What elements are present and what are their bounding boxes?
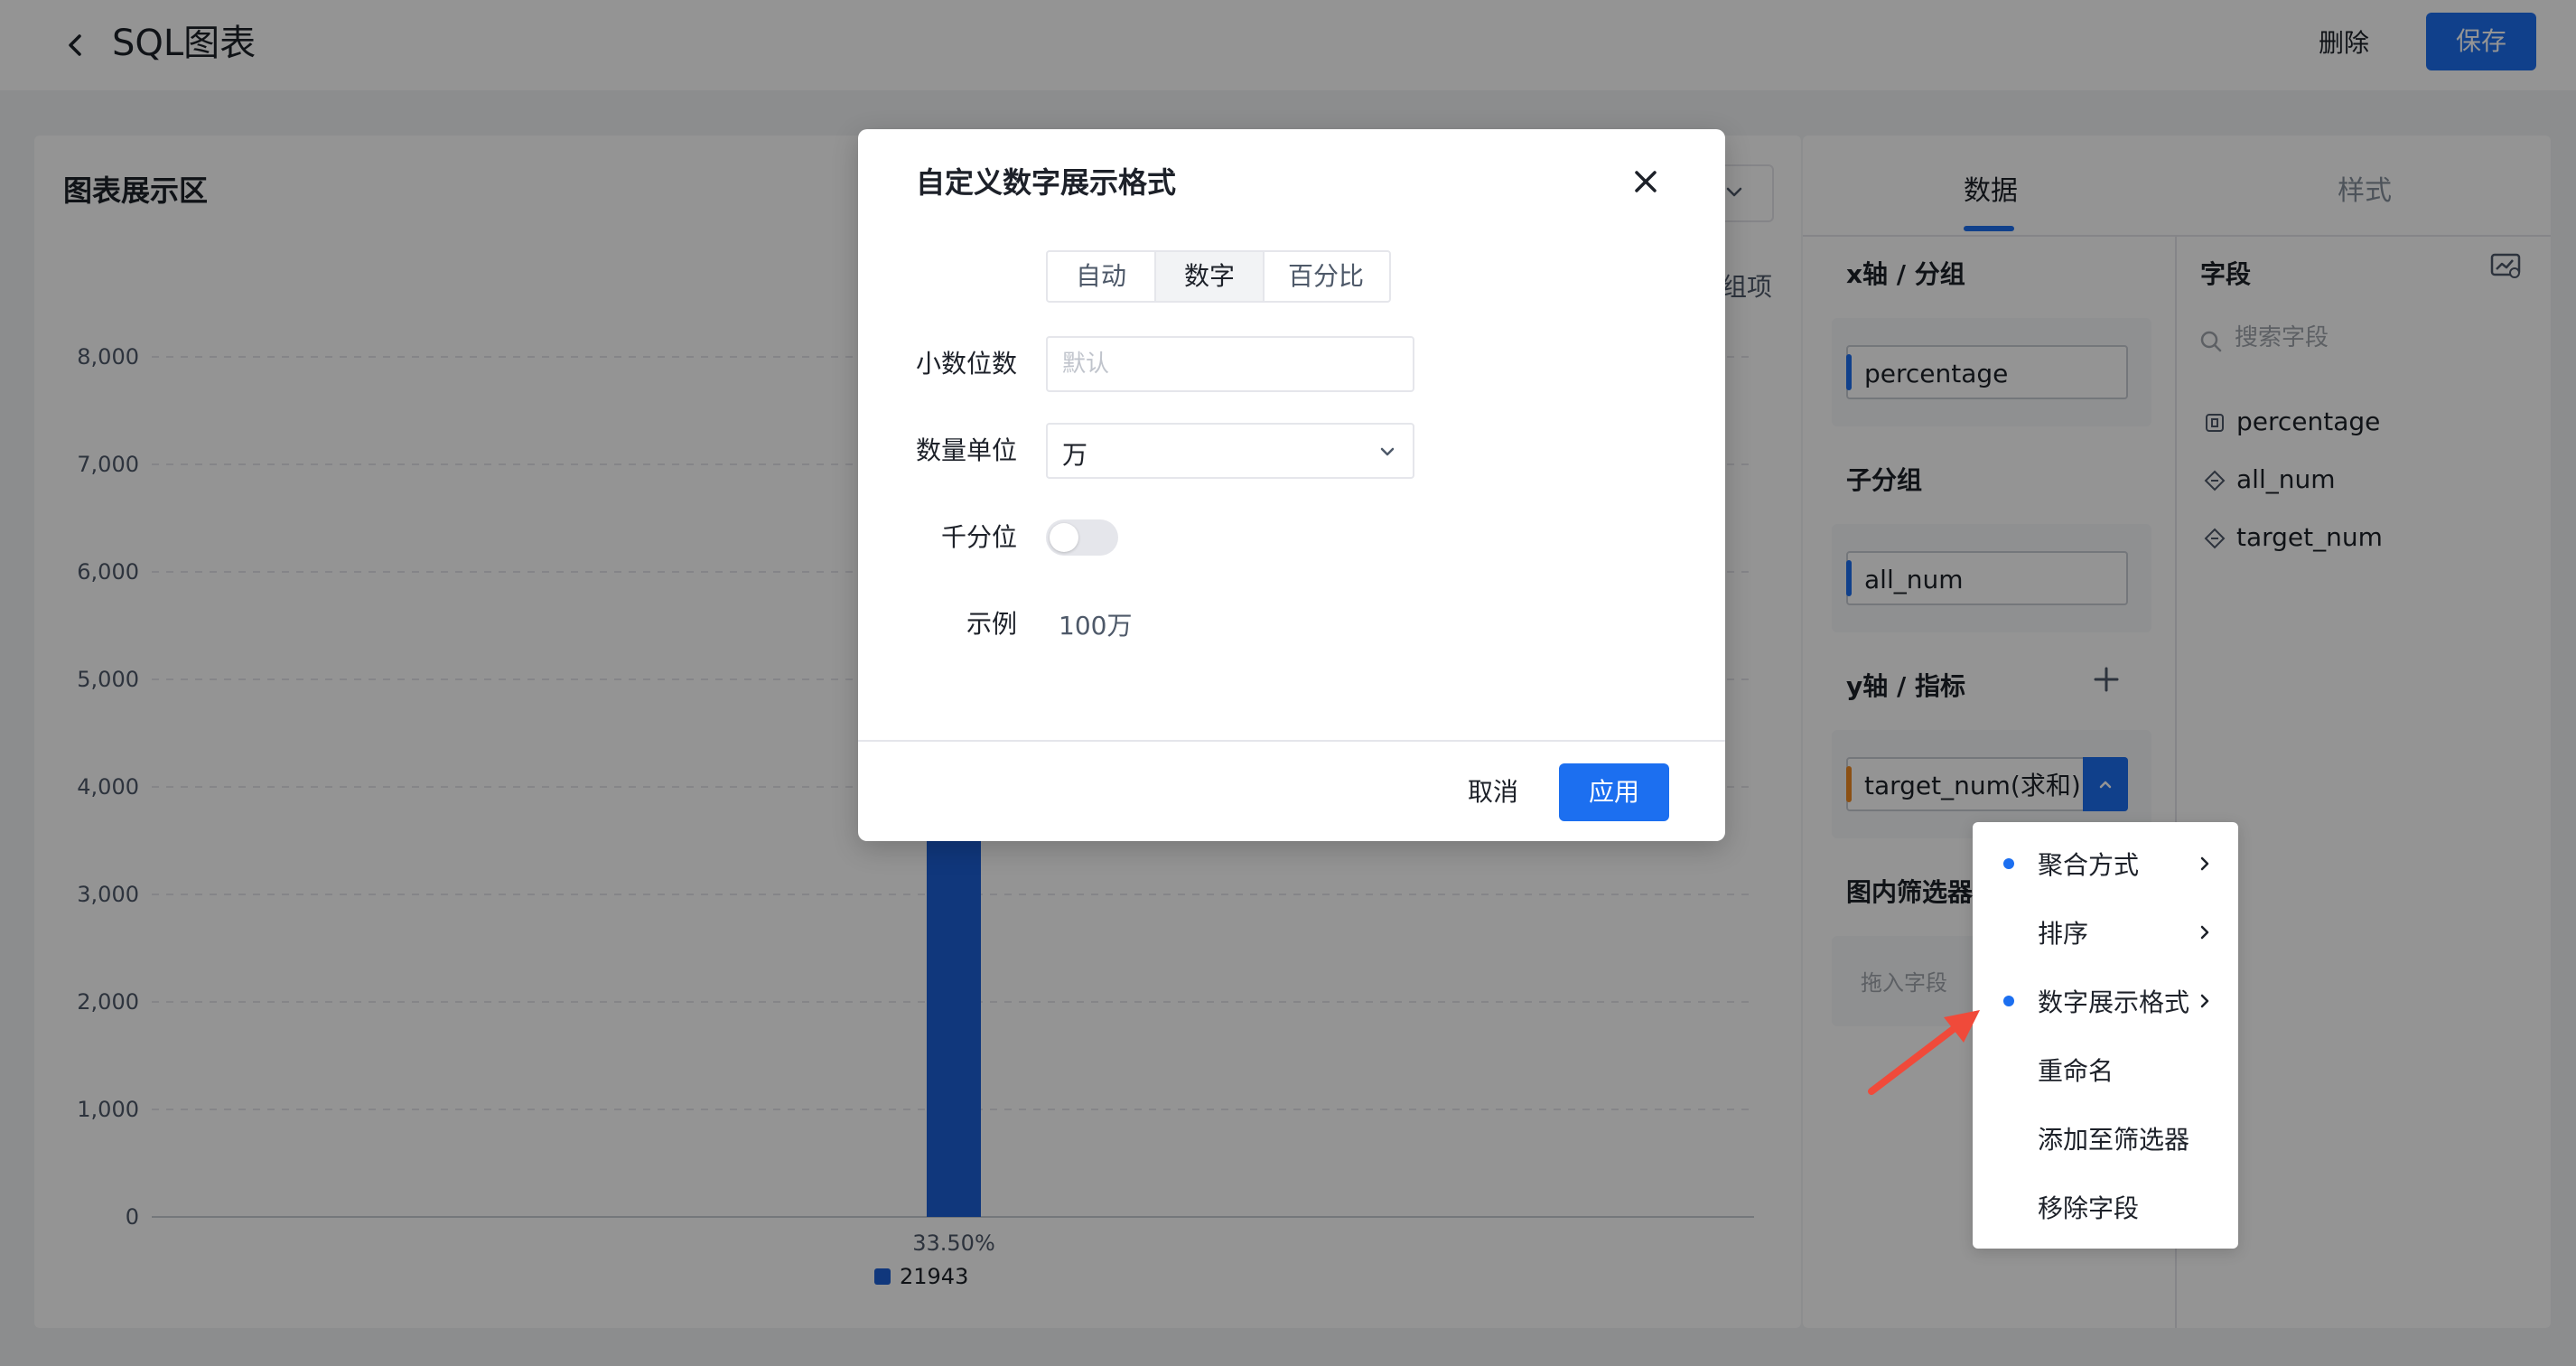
menu-item-rename[interactable]: 重命名 xyxy=(1973,1035,2238,1104)
format-tab-auto[interactable]: 自动 xyxy=(1048,252,1154,301)
dialog-footer-divider xyxy=(858,740,1725,742)
example-value: 100万 xyxy=(1059,611,1133,641)
close-icon[interactable] xyxy=(1626,162,1666,201)
annotation-arrow-icon xyxy=(1868,1010,1980,1095)
number-format-dialog: 自定义数字展示格式 自动 数字 百分比 小数位数 数量单位 万 千分位 示例 1… xyxy=(858,129,1725,841)
example-label: 示例 xyxy=(966,609,1017,639)
dialog-title: 自定义数字展示格式 xyxy=(916,165,1177,200)
active-dot xyxy=(2003,858,2014,869)
menu-item-label: 添加至筛选器 xyxy=(2038,1125,2190,1155)
unit-label: 数量单位 xyxy=(915,435,1017,465)
unit-select[interactable]: 万 xyxy=(1046,423,1414,479)
menu-item-label: 排序 xyxy=(2038,919,2089,949)
thousands-separator-toggle[interactable] xyxy=(1046,519,1118,556)
menu-item-label: 聚合方式 xyxy=(2038,850,2140,880)
menu-item-add-to-filter[interactable]: 添加至筛选器 xyxy=(1973,1104,2238,1173)
format-type-segmented-control: 自动 数字 百分比 xyxy=(1046,250,1391,303)
menu-item-label: 数字展示格式 xyxy=(2038,987,2190,1017)
cancel-button[interactable]: 取消 xyxy=(1443,763,1543,821)
menu-item-sort[interactable]: 排序 xyxy=(1973,898,2238,967)
menu-item-label: 移除字段 xyxy=(2038,1193,2140,1223)
decimals-label: 小数位数 xyxy=(915,349,1017,379)
format-tab-percent[interactable]: 百分比 xyxy=(1261,252,1389,301)
menu-item-label: 重命名 xyxy=(2038,1056,2114,1086)
field-context-menu: 聚合方式 排序 数字展示格式 重命名 添加至筛选器 移除字段 xyxy=(1973,822,2238,1249)
menu-item-aggregation[interactable]: 聚合方式 xyxy=(1973,829,2238,898)
active-dot xyxy=(2003,996,2014,1006)
menu-item-number-format[interactable]: 数字展示格式 xyxy=(1973,967,2238,1035)
format-tab-number[interactable]: 数字 xyxy=(1154,252,1265,301)
apply-button[interactable]: 应用 xyxy=(1559,763,1669,821)
app-root: SQL图表 删除 保存 图表展示区 组项 0 1,000 2,000 3,000 4,0… xyxy=(0,0,2576,1366)
toggle-knob xyxy=(1050,523,1078,552)
chevron-right-icon xyxy=(2200,994,2209,1008)
thousands-separator-label: 千分位 xyxy=(940,522,1017,552)
chevron-right-icon xyxy=(2200,856,2209,871)
unit-selected-value: 万 xyxy=(1062,440,1088,470)
chevron-right-icon xyxy=(2200,925,2209,940)
menu-item-remove-field[interactable]: 移除字段 xyxy=(1973,1173,2238,1241)
chevron-down-icon xyxy=(1380,447,1395,456)
decimals-input[interactable] xyxy=(1046,336,1414,392)
